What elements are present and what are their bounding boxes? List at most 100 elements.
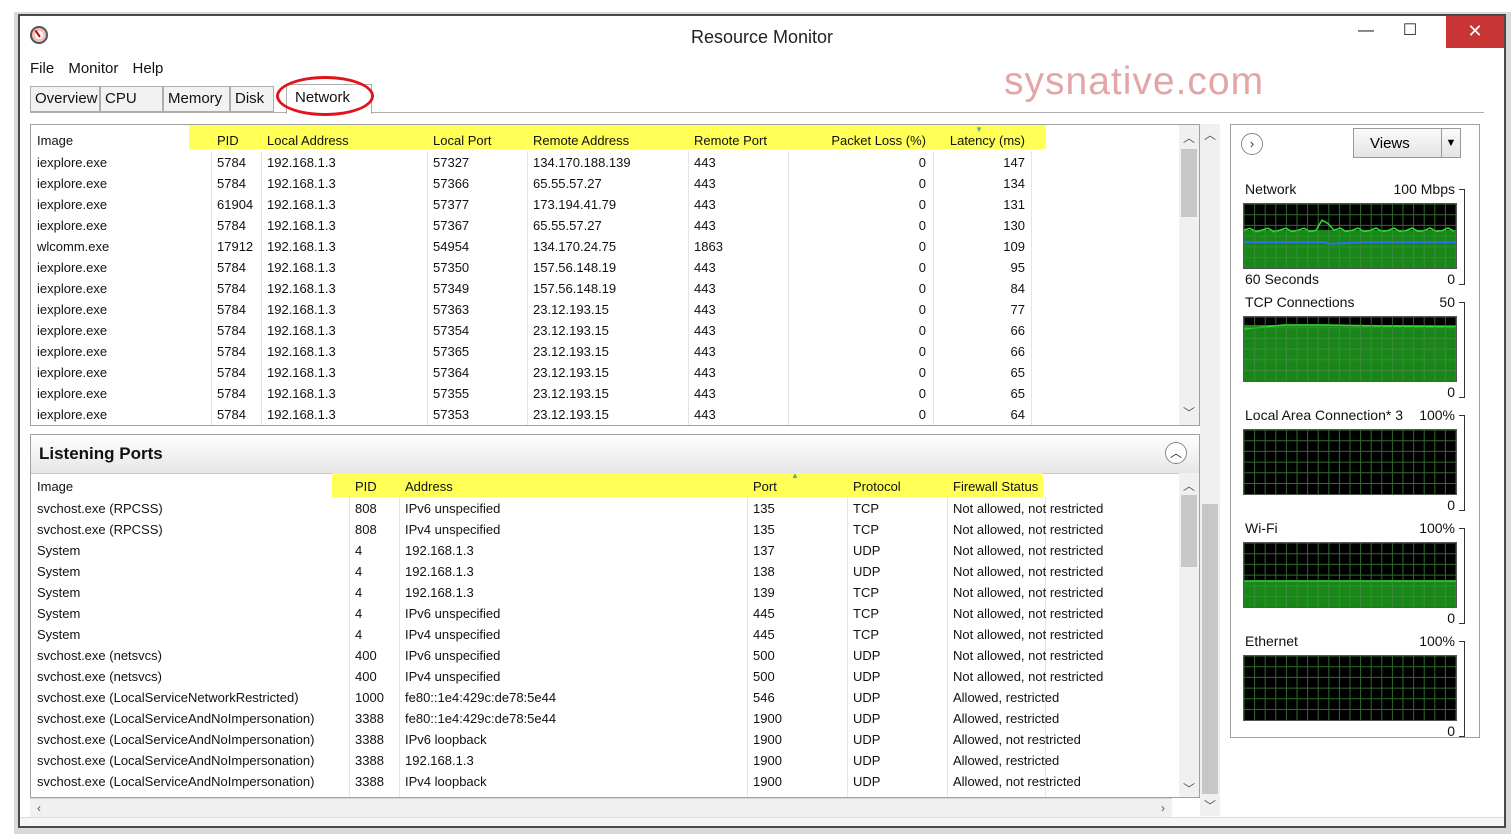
table-cell: 0 — [918, 197, 926, 212]
table-cell: 1900 — [753, 774, 782, 789]
tcp-col-image[interactable]: Image — [37, 133, 187, 148]
scale-bracket — [1459, 189, 1465, 285]
dropdown-arrow-icon[interactable]: ▼ — [1441, 129, 1460, 157]
graph-title: Local Area Connection* 3 — [1245, 407, 1403, 423]
table-row[interactable]: svchost.exe (LocalServiceNetworkRestrict… — [31, 688, 1179, 709]
table-row[interactable]: System 4 IPv6 unspecified 445 TCP Not allowed… — [31, 604, 1179, 625]
tcp-col-packet-loss[interactable]: Packet Loss (%) — [788, 133, 926, 148]
tab-memory[interactable]: Memory — [163, 86, 230, 112]
table-row[interactable]: svchost.exe (LocalServiceAndNoImpersonat… — [31, 751, 1179, 772]
table-row[interactable]: svchost.exe (LocalServiceAndNoImpersonat… — [31, 772, 1179, 793]
scroll-thumb[interactable] — [1181, 495, 1197, 567]
table-cell: UDP — [853, 648, 881, 663]
listening-col-port[interactable]: Port — [753, 479, 843, 494]
table-cell: 192.168.1.3 — [267, 176, 336, 191]
views-button[interactable]: Views ▼ — [1353, 128, 1461, 158]
table-cell: 4 — [355, 606, 363, 621]
table-cell: 57353 — [433, 407, 470, 422]
table-cell: 192.168.1.3 — [405, 543, 474, 558]
table-row[interactable]: iexplore.exe 5784 192.168.1.3 57365 23.12.19… — [31, 342, 1179, 363]
maximize-button[interactable]: ☐ — [1392, 16, 1428, 48]
scroll-up-icon[interactable]: ︿ — [1179, 477, 1199, 494]
table-row[interactable]: iexplore.exe 5784 192.168.1.3 57355 23.12.19… — [31, 384, 1179, 405]
table-cell: 57365 — [433, 344, 470, 359]
expand-chevron-icon[interactable]: › — [1241, 133, 1263, 155]
horizontal-scrollbar[interactable]: ‹ › — [30, 798, 1172, 817]
table-row[interactable]: System 4 IPv4 unspecified 445 TCP Not allowed… — [31, 625, 1179, 646]
graph-max-label: 100 Mbps — [1393, 181, 1455, 197]
tab-disk[interactable]: Disk — [230, 86, 274, 112]
graph-min-label: 0 — [1447, 271, 1455, 287]
table-row[interactable]: iexplore.exe 61904 192.168.1.3 57377 173.194… — [31, 195, 1179, 216]
table-cell: 4 — [355, 627, 363, 642]
table-row[interactable]: iexplore.exe 5784 192.168.1.3 57366 65.55.57… — [31, 174, 1179, 195]
table-cell: iexplore.exe — [37, 218, 108, 233]
table-cell: 131 — [1003, 197, 1025, 212]
table-cell: 135 — [753, 501, 775, 516]
scroll-down-icon[interactable]: ﹀ — [1200, 797, 1220, 814]
scroll-right-icon[interactable]: › — [1154, 799, 1172, 817]
table-row[interactable]: System 4 192.168.1.3 138 UDP Not allowed, not… — [31, 562, 1179, 583]
tcp-col-local-port[interactable]: Local Port — [433, 133, 523, 148]
scroll-down-icon[interactable]: ﹀ — [1179, 780, 1199, 797]
table-cell: 443 — [694, 365, 716, 380]
table-row[interactable]: iexplore.exe 5784 192.168.1.3 57363 23.12.19… — [31, 300, 1179, 321]
table-cell: 0 — [918, 365, 926, 380]
table-row[interactable]: iexplore.exe 5784 192.168.1.3 57354 23.12.19… — [31, 321, 1179, 342]
table-cell: 0 — [918, 344, 926, 359]
table-cell: 192.168.1.3 — [405, 753, 474, 768]
table-row[interactable]: System 4 192.168.1.3 139 TCP Not allowed, not… — [31, 583, 1179, 604]
table-cell: 109 — [1003, 239, 1025, 254]
listening-col-pid[interactable]: PID — [355, 479, 399, 494]
scroll-down-icon[interactable]: ﹀ — [1179, 404, 1199, 421]
table-cell: 157.56.148.19 — [533, 260, 617, 275]
minimize-button[interactable]: — — [1348, 16, 1384, 48]
table-row[interactable]: iexplore.exe 5784 192.168.1.3 57364 23.12.19… — [31, 363, 1179, 384]
tcp-col-local-address[interactable]: Local Address — [267, 133, 427, 148]
listening-ports-header[interactable]: Listening Ports ︿ — [31, 435, 1199, 474]
tcp-col-pid[interactable]: PID — [217, 133, 257, 148]
listening-col-firewall-status[interactable]: Firewall Status — [953, 479, 1173, 494]
listening-ports-pane: Listening Ports ︿ Image PID Address Port Pro… — [30, 434, 1200, 798]
menu-file[interactable]: File — [30, 60, 54, 77]
main-vertical-scrollbar[interactable]: ︿ ﹀ — [1200, 124, 1220, 816]
tab-cpu[interactable]: CPU — [100, 86, 163, 112]
tcp-vertical-scrollbar[interactable]: ︿ ﹀ — [1179, 125, 1199, 425]
scroll-up-icon[interactable]: ︿ — [1200, 126, 1220, 143]
table-row[interactable]: System 4 192.168.1.3 137 UDP Not allowed, not… — [31, 541, 1179, 562]
table-row[interactable]: svchost.exe (LocalServiceAndNoImpersonat… — [31, 709, 1179, 730]
tab-overview[interactable]: Overview — [30, 86, 100, 112]
table-row[interactable]: iexplore.exe 5784 192.168.1.3 57327 134.170.… — [31, 153, 1179, 174]
table-cell: 546 — [753, 690, 775, 705]
close-button[interactable]: ✕ — [1446, 16, 1504, 48]
table-row[interactable]: iexplore.exe 5784 192.168.1.3 57349 157.56.1… — [31, 279, 1179, 300]
menu-monitor[interactable]: Monitor — [68, 60, 118, 77]
tcp-col-remote-address[interactable]: Remote Address — [533, 133, 683, 148]
table-cell: 0 — [918, 386, 926, 401]
table-cell: iexplore.exe — [37, 260, 108, 275]
tcp-col-latency-ms[interactable]: Latency (ms) — [933, 133, 1025, 148]
table-row[interactable]: svchost.exe (netsvcs) 400 IPv4 unspecified… — [31, 667, 1179, 688]
graph-title: Wi-Fi — [1245, 520, 1278, 536]
table-row[interactable]: svchost.exe (RPCSS) 808 IPv4 unspecified 13… — [31, 520, 1179, 541]
scroll-up-icon[interactable]: ︿ — [1179, 129, 1199, 146]
tcp-col-remote-port[interactable]: Remote Port — [694, 133, 784, 148]
listening-col-image[interactable]: Image — [37, 479, 337, 494]
collapse-chevron-icon[interactable]: ︿ — [1165, 442, 1187, 464]
table-cell: svchost.exe (netsvcs) — [37, 669, 162, 684]
listening-col-address[interactable]: Address — [405, 479, 745, 494]
listening-vertical-scrollbar[interactable]: ︿ ﹀ — [1179, 473, 1199, 797]
table-row[interactable]: svchost.exe (netsvcs) 400 IPv6 unspecified… — [31, 646, 1179, 667]
menu-help[interactable]: Help — [133, 60, 164, 77]
scroll-thumb[interactable] — [1202, 504, 1218, 794]
scroll-left-icon[interactable]: ‹ — [30, 799, 48, 817]
table-row[interactable]: svchost.exe (LocalServiceAndNoImpersonat… — [31, 730, 1179, 751]
table-row[interactable]: iexplore.exe 5784 192.168.1.3 57350 157.56.1… — [31, 258, 1179, 279]
table-row[interactable]: wlcomm.exe 17912 192.168.1.3 54954 134.170.2… — [31, 237, 1179, 258]
table-row[interactable]: iexplore.exe 5784 192.168.1.3 57367 65.55.57… — [31, 216, 1179, 237]
scroll-thumb[interactable] — [1181, 149, 1197, 217]
table-cell: System — [37, 585, 81, 600]
table-row[interactable]: svchost.exe (RPCSS) 808 IPv6 unspecified 13… — [31, 499, 1179, 520]
listening-col-protocol[interactable]: Protocol — [853, 479, 943, 494]
table-row[interactable]: iexplore.exe 5784 192.168.1.3 57353 23.12.19… — [31, 405, 1179, 425]
